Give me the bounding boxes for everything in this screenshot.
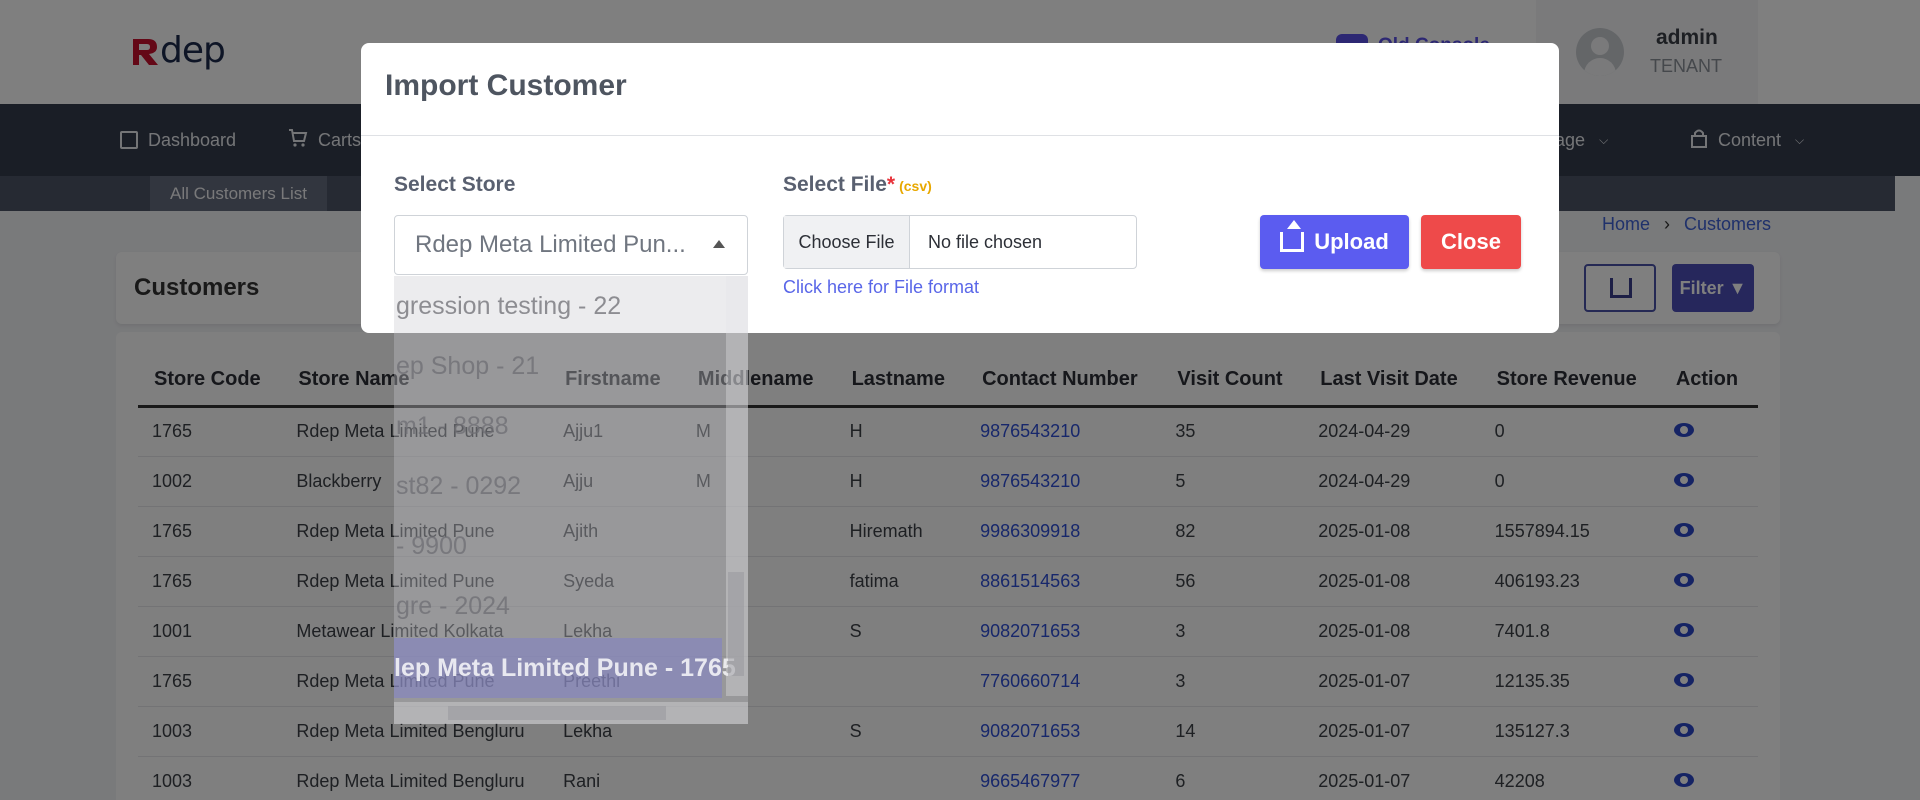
dropdown-option[interactable]: gression testing - 22 [396,292,621,321]
choose-file-button[interactable]: Choose File [784,216,910,268]
store-select-value: Rdep Meta Limited Pun... [415,231,686,258]
file-status: No file chosen [928,231,1043,252]
file-input[interactable]: Choose File No file chosen [783,215,1137,269]
upload-icon [1280,220,1305,252]
caret-up-icon [713,240,725,248]
csv-hint: (csv) [899,178,932,194]
dropdown-option[interactable]: ep Shop - 21 [396,352,539,381]
dropdown-scrollbar[interactable] [726,276,748,696]
modal-title: Import Customer [385,69,627,102]
dropdown-option[interactable]: m1 - 8888 [396,412,509,441]
upload-button[interactable]: Upload [1260,215,1409,269]
select-file-label: Select File* (csv) [783,173,932,197]
scrollbar-thumb[interactable] [448,706,666,720]
close-button[interactable]: Close [1421,215,1521,269]
dropdown-option-selected[interactable]: lep Meta Limited Pune - 1765 [394,638,736,698]
modal-divider [361,135,1559,136]
store-select[interactable]: Rdep Meta Limited Pun... [394,215,748,275]
required-marker: * [886,173,896,196]
file-format-link[interactable]: Click here for File format [783,277,979,298]
dropdown-option[interactable]: - 9900 [396,532,467,561]
dropdown-horizontal-scrollbar[interactable] [394,702,748,724]
select-file-text: Select File [783,173,887,196]
dropdown-option[interactable]: st82 - 0292 [396,472,521,501]
scrollbar-thumb[interactable] [728,572,744,676]
store-dropdown-list[interactable]: gression testing - 22 ep Shop - 21 m1 - … [394,276,748,724]
upload-label: Upload [1314,229,1389,254]
dropdown-option[interactable]: gre - 2024 [396,592,510,621]
select-store-label: Select Store [394,173,516,196]
